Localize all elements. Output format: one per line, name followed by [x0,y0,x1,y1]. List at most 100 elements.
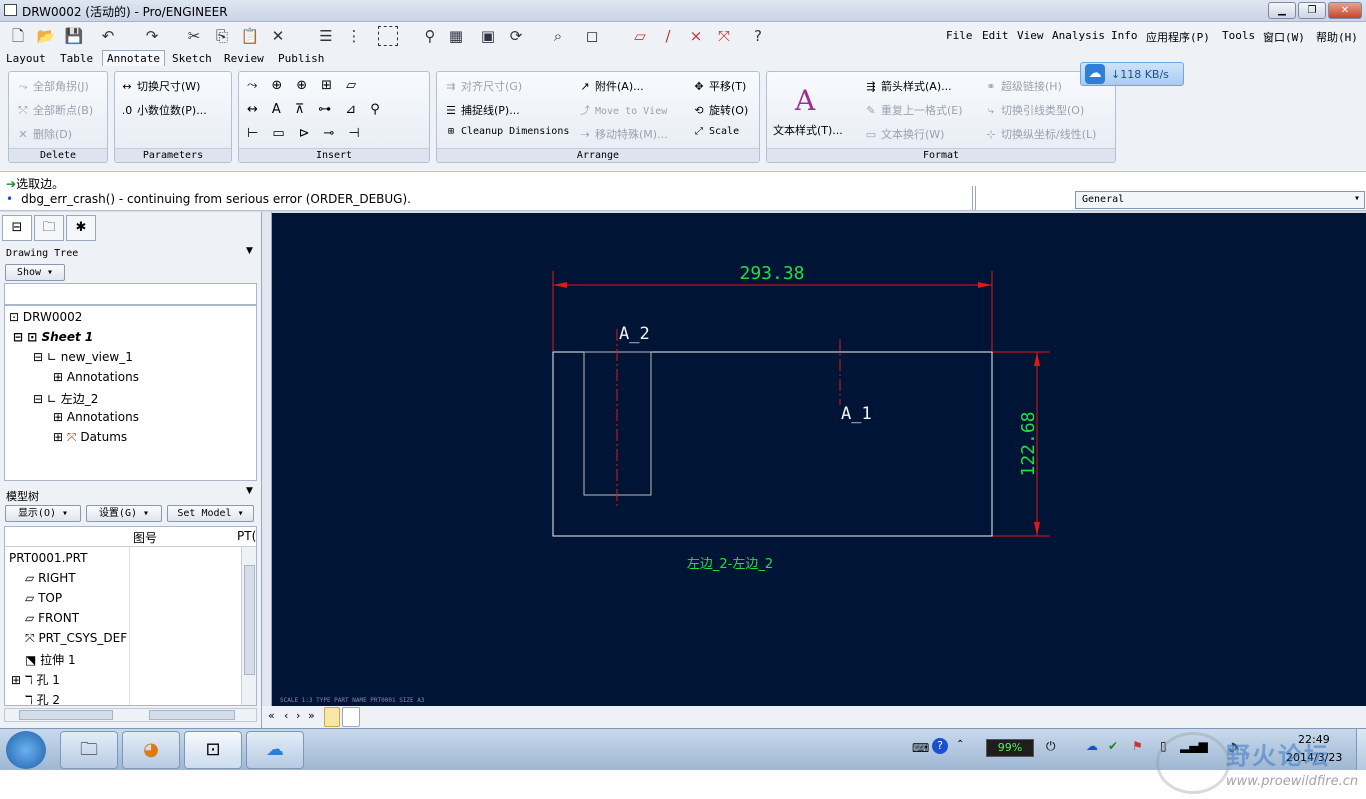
tree-node-part[interactable]: PRT0001.PRT [9,551,87,565]
last-sheet-icon[interactable]: » [308,709,315,722]
tab-review[interactable]: Review [224,52,264,65]
datum-plane-icon[interactable]: ▱ [630,26,650,46]
tree-node-view[interactable]: ⊟ ∟ new_view_1 [33,350,133,364]
first-sheet-icon[interactable]: « [268,709,275,722]
menu-view[interactable]: View [1017,29,1044,42]
save-icon[interactable]: 💾 [64,26,84,46]
settings-button[interactable]: 设置(G) ▾ [86,505,162,522]
flag-icon[interactable]: ⚑ [1132,739,1143,753]
datum-point-icon[interactable]: × [686,26,706,46]
refresh-icon[interactable]: ⟳ [506,26,526,46]
tree-node-extrude[interactable]: ⬔ 拉伸 1 [25,651,76,668]
show-button[interactable]: Show ▾ [5,264,65,281]
tab-publish[interactable]: Publish [278,52,324,65]
tree-search-field[interactable] [4,283,257,305]
next-sheet-icon[interactable]: › [296,709,300,722]
toggle-leader-type-button[interactable]: ⤷ 切换引线类型(O) [983,102,1084,118]
tree-node-datum-plane[interactable]: ▱ TOP [25,591,62,605]
delete-all-jogs-button[interactable]: ⤳ 全部角拐(J) [15,78,89,94]
taskbar-browser[interactable]: ◕ [122,731,180,769]
panel-splitter[interactable] [262,212,272,706]
rotate-button[interactable]: ⟲ 旋转(O) [691,102,748,118]
tree-node-datum-plane[interactable]: ▱ FRONT [25,611,79,625]
menu-file[interactable]: File [946,29,973,42]
copy-icon[interactable]: ⎘ [212,26,232,46]
cloud-tray-icon[interactable]: ☁ [1086,739,1098,753]
move-special-button[interactable]: ⇢ 移动特殊(M)... [577,126,667,142]
tree-node-view[interactable]: ⊟ ∟ 左边_2 [33,390,98,407]
taskbar-cloud[interactable]: ☁ [246,731,304,769]
tab-favorites[interactable]: ✱ [66,215,96,241]
tree-node-sheet[interactable]: ⊟ ⊡ Sheet 1 [13,330,93,344]
dimension-vertical[interactable]: 122.68 [1018,411,1039,476]
menu-tools[interactable]: Tools [1222,29,1255,42]
redo-icon[interactable]: ↷ [142,26,162,46]
text-style-icon[interactable]: A [795,84,815,117]
layers-icon[interactable]: ☰ [316,26,336,46]
prev-sheet-icon[interactable]: ‹ [284,709,288,722]
tree-node-hole[interactable]: ⊞ ℸ 孔 1 [11,671,60,688]
splitter[interactable] [972,186,976,210]
repaint-icon[interactable]: ▣ [478,26,498,46]
chevron-up-icon[interactable]: ⌃ [956,739,964,750]
sheet-tab-active[interactable] [324,707,340,727]
menu-info[interactable]: Info [1111,29,1138,42]
scroll-thumb[interactable] [19,710,113,720]
cut-icon[interactable]: ✂ [184,26,204,46]
help-pointer-icon[interactable]: ? [748,26,768,46]
help-icon[interactable]: ? [932,738,948,754]
insert-row1-icons[interactable]: ⤳⊕⊕⊞▱ [247,78,370,93]
chevron-down-icon[interactable]: ▼ [246,486,253,496]
scale-button[interactable]: ⤢ Scale [691,126,739,137]
chevron-down-icon[interactable]: ▼ [246,246,253,256]
move-to-view-button[interactable]: ⤴ Move to View [577,102,667,117]
insert-row3-icons[interactable]: ⊢▭⊳⊸⊣ [247,126,374,141]
part-outline[interactable] [552,351,993,537]
tree-node-annotations[interactable]: ⊞ Annotations [53,410,139,424]
taskbar-proengineer[interactable]: ⊡ [184,731,242,769]
paste-icon[interactable]: 📋 [240,26,260,46]
insert-row2-icons[interactable]: ↔A⊼⊶⊿⚲ [247,102,394,117]
delete-button[interactable]: ✕ 删除(D) [15,126,72,142]
view-label[interactable]: 左边_2-左边_2 [687,557,773,572]
align-dimensions-button[interactable]: ⇉ 对齐尺寸(G) [443,78,522,94]
tree-node-datum-plane[interactable]: ▱ RIGHT [25,571,76,585]
menu-edit[interactable]: Edit [982,29,1009,42]
dimension-horizontal[interactable]: 293.38 [739,263,804,284]
toggle-dimension-button[interactable]: ↔ 切换尺寸(W) [119,78,200,94]
undo-icon[interactable]: ↶ [98,26,118,46]
hyperlink-button[interactable]: ⚭ 超级链接(H) [983,78,1061,94]
zoom-icon[interactable]: ⌕ [548,26,568,46]
open-folder-icon[interactable]: 📂 [36,26,56,46]
text-wrap-button[interactable]: ▭ 文本换行(W) [863,126,945,142]
csys-icon[interactable]: ⤧ [714,26,734,46]
network-speed-widget[interactable]: ☁ ↓118 KB/s [1080,62,1184,86]
grid-icon[interactable]: ▦ [446,26,466,46]
tree-icon[interactable]: ⋮ [344,26,364,46]
tree-node-csys[interactable]: ⤧ PRT_CSYS_DEF [25,631,127,646]
display-button[interactable]: 显示(O) ▾ [5,505,81,522]
toggle-ordinate-button[interactable]: ⊹ 切换纵坐标/线性(L) [983,126,1096,142]
translate-button[interactable]: ✥ 平移(T) [691,78,746,94]
tree-node-annotations[interactable]: ⊞ Annotations [53,370,139,384]
text-style-button[interactable]: 文本样式(T)... [773,122,843,138]
set-model-button[interactable]: Set Model ▾ [167,505,254,522]
axis-label-a1[interactable]: A_1 [841,404,872,424]
tab-annotate[interactable]: Annotate [102,50,165,66]
tab-model-tree[interactable]: ⊟ [2,215,32,241]
new-file-icon[interactable]: 🗋 [8,26,28,46]
minimize-button[interactable]: ▁ [1268,2,1296,19]
scroll-thumb[interactable] [149,710,235,720]
cube-icon[interactable]: ◻ [582,26,602,46]
arrow-style-button[interactable]: ⇶ 箭头样式(A)... [863,78,951,94]
power-plug-icon[interactable]: ⏻ [1046,739,1056,754]
tab-table[interactable]: Table [60,52,93,65]
sheet-tab[interactable] [342,707,360,727]
battery-indicator[interactable]: 99% [986,739,1034,757]
close-button[interactable]: ✕ [1328,2,1362,19]
delete-all-breaks-button[interactable]: ⤲ 全部断点(B) [15,102,94,118]
tab-sketch[interactable]: Sketch [172,52,212,65]
keyboard-icon[interactable]: ⌨ [912,741,929,755]
menu-applications[interactable]: 应用程序(P) [1146,29,1210,45]
horizontal-scrollbar[interactable] [4,708,257,722]
